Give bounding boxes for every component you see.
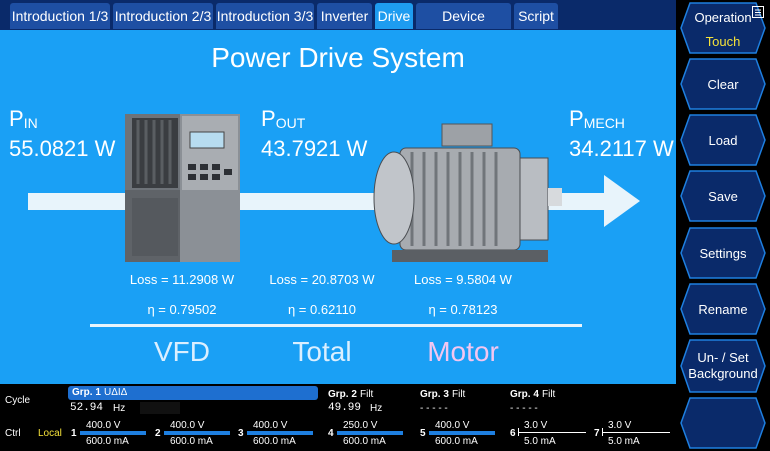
channel-4-u-bar bbox=[337, 431, 403, 435]
channel-2-u-bar bbox=[164, 431, 230, 435]
group-1-frequency: 52.94 bbox=[70, 402, 104, 414]
group-2-mode: Filt bbox=[360, 389, 374, 400]
menu-icon bbox=[752, 6, 764, 18]
total-efficiency: η = 0.62110 bbox=[287, 302, 357, 317]
group-1-header[interactable]: Grp. 1 UΔIΔ bbox=[68, 386, 318, 400]
channel-1-u-bar bbox=[80, 431, 146, 435]
divider bbox=[90, 324, 582, 327]
group-2-name: Grp. 2 bbox=[328, 389, 357, 400]
vfd-efficiency: η = 0.79502 bbox=[147, 302, 217, 317]
status-bar: Cycle Ctrl Local Grp. 1 UΔIΔ 52.94 Hz Gr… bbox=[0, 384, 676, 451]
tab-bar: Introduction 1/3 Introduction 2/3 Introd… bbox=[0, 0, 680, 50]
motor-loss: Loss = 9.5804 W bbox=[414, 272, 512, 287]
tab-inverter[interactable]: Inverter bbox=[317, 3, 372, 29]
motor-efficiency: η = 0.78123 bbox=[428, 302, 498, 317]
group-4-mode: Filt bbox=[542, 389, 556, 400]
tab-drive[interactable]: Drive bbox=[375, 3, 413, 29]
drive-panel: Power Drive System PIN 55.0821 W POUT 43… bbox=[0, 30, 676, 384]
p-in-label: PIN bbox=[9, 106, 38, 131]
load-button[interactable]: Load bbox=[680, 114, 766, 166]
ctrl-value: Local bbox=[38, 428, 62, 439]
motor-image bbox=[373, 123, 562, 262]
group-2-frequency: 49.99 bbox=[328, 402, 362, 414]
p-in-value: 55.0821 W bbox=[9, 136, 116, 161]
total-label: Total bbox=[292, 336, 352, 367]
group-4-name: Grp. 4 bbox=[510, 389, 539, 400]
operation-mode: Touch bbox=[705, 34, 741, 49]
group-2-unit: Hz bbox=[370, 403, 383, 414]
tab-introduction-2[interactable]: Introduction 2/3 bbox=[113, 3, 213, 29]
tab-introduction-3[interactable]: Introduction 3/3 bbox=[216, 3, 314, 29]
operation-button[interactable]: Operation Touch bbox=[680, 2, 766, 54]
sidebar: Operation Touch Clear Load Save Settings… bbox=[676, 0, 770, 451]
group-1-unit: Hz bbox=[113, 403, 126, 414]
rename-button[interactable]: Rename bbox=[680, 283, 766, 335]
background-button[interactable]: Un- / Set Background bbox=[680, 339, 766, 393]
group-1-indicator bbox=[140, 402, 180, 414]
group-4-frequency: - - - - - bbox=[510, 403, 538, 414]
clear-button[interactable]: Clear bbox=[680, 58, 766, 110]
channel-7-u-bar bbox=[602, 432, 670, 433]
p-mech-label: PMECH bbox=[569, 106, 625, 131]
blank-button[interactable] bbox=[680, 397, 766, 449]
save-button[interactable]: Save bbox=[680, 170, 766, 222]
tab-introduction-1[interactable]: Introduction 1/3 bbox=[10, 3, 110, 29]
vfd-loss: Loss = 11.2908 W bbox=[129, 272, 235, 287]
motor-label: Motor bbox=[427, 336, 499, 367]
vfd-image bbox=[125, 114, 240, 262]
power-flow-arrow bbox=[28, 175, 640, 227]
tab-script[interactable]: Script bbox=[514, 3, 558, 29]
group-3-name: Grp. 3 bbox=[420, 389, 449, 400]
group-3-mode: Filt bbox=[452, 389, 466, 400]
settings-button[interactable]: Settings bbox=[680, 227, 766, 279]
channel-3-u-bar bbox=[247, 431, 313, 435]
p-out-value: 43.7921 W bbox=[261, 136, 368, 161]
p-mech-value: 34.2117 W bbox=[569, 136, 674, 161]
vfd-label: VFD bbox=[154, 336, 210, 367]
channel-5-u-bar bbox=[429, 431, 495, 435]
p-out-label: POUT bbox=[261, 106, 306, 131]
ctrl-label: Ctrl bbox=[5, 428, 21, 439]
cycle-label: Cycle bbox=[5, 395, 31, 406]
tab-device-example[interactable]: Device Example bbox=[416, 3, 511, 50]
channel-6-u-bar bbox=[518, 432, 586, 433]
total-loss: Loss = 20.8703 W bbox=[269, 272, 375, 287]
group-3-frequency: - - - - - bbox=[420, 403, 448, 414]
